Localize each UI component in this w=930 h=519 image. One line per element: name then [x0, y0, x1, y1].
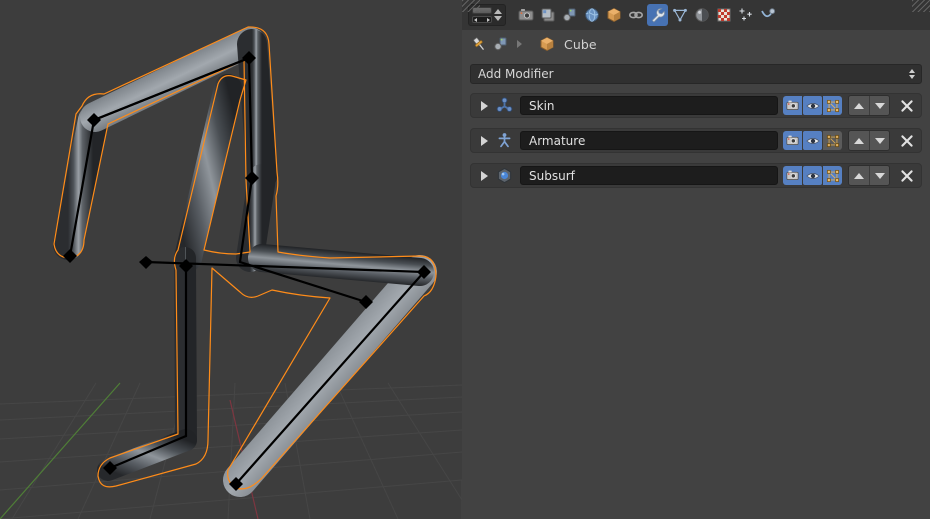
tab-physics[interactable] — [757, 4, 778, 26]
chain-link-icon — [628, 11, 643, 19]
close-icon — [901, 134, 913, 147]
armature-modifier-icon — [491, 132, 517, 149]
modifier-name-armature: Armature — [529, 133, 586, 148]
toggle-editmode-subsurf[interactable] — [823, 166, 842, 185]
breadcrumb-separator-icon — [517, 40, 522, 48]
delete-modifier-skin[interactable] — [897, 99, 917, 113]
expand-toggle-subsurf[interactable] — [477, 170, 491, 181]
tab-constraints[interactable] — [625, 4, 646, 26]
close-icon — [901, 99, 913, 112]
add-modifier-dropdown[interactable]: Add Modifier — [470, 64, 922, 84]
modifier-move-group-skin — [848, 95, 890, 116]
modifier-row-armature[interactable]: Armature — [470, 128, 922, 153]
modifier-move-group-armature — [848, 130, 890, 151]
mesh-triangle-icon — [672, 8, 687, 22]
eye-icon — [805, 102, 820, 109]
breadcrumb: Cube — [462, 30, 930, 58]
tab-texture[interactable] — [713, 4, 734, 26]
edit-mode-icon — [826, 169, 839, 182]
toggle-render-armature[interactable] — [783, 131, 802, 150]
tab-particles[interactable] — [735, 4, 756, 26]
properties-body: Add Modifier Skin Armature Subsurf — [462, 58, 930, 519]
scene-data-icon[interactable] — [493, 36, 509, 52]
subsurf-modifier-icon — [491, 167, 517, 184]
toggle-editmode-skin[interactable] — [823, 96, 842, 115]
move-up-subsurf[interactable] — [849, 166, 869, 185]
modifier-row-skin[interactable]: Skin — [470, 93, 922, 118]
properties-tab-strip — [515, 4, 778, 26]
add-modifier-spinner-icon — [909, 69, 915, 79]
blender-window: Cube Add Modifier Skin Armature Subsurf — [0, 0, 930, 519]
expand-toggle-skin[interactable] — [477, 100, 491, 111]
modifier-name-subsurf: Subsurf — [529, 168, 575, 183]
camera-render-icon — [786, 170, 799, 180]
modifier-toggles-subsurf — [783, 166, 842, 185]
modifier-row-subsurf[interactable]: Subsurf — [470, 163, 922, 188]
tab-modifiers[interactable] — [647, 4, 668, 26]
eye-icon — [805, 172, 820, 179]
camera-render-icon — [786, 135, 799, 145]
eye-icon — [805, 137, 820, 144]
editor-type-selector[interactable] — [468, 4, 506, 26]
properties-editor-icon — [472, 7, 492, 23]
toggle-editmode-armature[interactable] — [823, 131, 842, 150]
toggle-render-skin[interactable] — [783, 96, 802, 115]
properties-header — [462, 0, 930, 30]
toggle-viewport-skin[interactable] — [803, 96, 822, 115]
move-up-skin[interactable] — [849, 96, 869, 115]
printer-icon — [541, 8, 554, 22]
object-cube-icon — [540, 37, 554, 51]
tab-render-layers[interactable] — [537, 4, 558, 26]
viewport-canvas — [0, 0, 462, 519]
modifier-toggles-skin — [783, 96, 842, 115]
tab-object[interactable] — [603, 4, 624, 26]
physics-orbit-icon — [760, 8, 775, 18]
move-down-skin[interactable] — [869, 96, 889, 115]
modifier-name-input-subsurf[interactable]: Subsurf — [520, 166, 778, 185]
move-down-armature[interactable] — [869, 131, 889, 150]
checker-texture-icon — [717, 8, 730, 22]
edit-mode-icon — [826, 134, 839, 147]
add-modifier-label: Add Modifier — [478, 67, 554, 81]
toggle-viewport-armature[interactable] — [803, 131, 822, 150]
tab-scene[interactable] — [559, 4, 580, 26]
tab-world[interactable] — [581, 4, 602, 26]
camera-back-icon — [518, 9, 533, 21]
tab-object-data[interactable] — [669, 4, 690, 26]
modifier-move-group-subsurf — [848, 165, 890, 186]
breadcrumb-object-name: Cube — [564, 36, 597, 52]
3d-viewport[interactable] — [0, 0, 462, 519]
world-globe-icon — [584, 8, 599, 22]
delete-modifier-subsurf[interactable] — [897, 169, 917, 183]
move-down-subsurf[interactable] — [869, 166, 889, 185]
modifier-name-input-armature[interactable]: Armature — [520, 131, 778, 150]
toggle-render-subsurf[interactable] — [783, 166, 802, 185]
edit-mode-icon — [826, 99, 839, 112]
pin-icon[interactable] — [471, 36, 488, 53]
particles-icon — [739, 8, 752, 21]
toggle-viewport-subsurf[interactable] — [803, 166, 822, 185]
expand-toggle-armature[interactable] — [477, 135, 491, 146]
wrench-icon — [651, 8, 665, 23]
skin-modifier-icon — [491, 97, 517, 114]
close-icon — [901, 169, 913, 182]
modifier-name-input-skin[interactable]: Skin — [520, 96, 778, 115]
modifier-toggles-armature — [783, 131, 842, 150]
material-sphere-icon — [694, 8, 709, 22]
scene-icon — [562, 8, 575, 22]
properties-editor: Cube Add Modifier Skin Armature Subsurf — [462, 0, 930, 519]
modifier-name-skin: Skin — [529, 98, 555, 113]
delete-modifier-armature[interactable] — [897, 134, 917, 148]
move-up-armature[interactable] — [849, 131, 869, 150]
tab-material[interactable] — [691, 4, 712, 26]
tab-render[interactable] — [515, 4, 536, 26]
panel-resize-grip-right[interactable] — [912, 0, 930, 12]
object-cube-icon — [607, 8, 620, 22]
camera-render-icon — [786, 100, 799, 110]
editor-type-spinner[interactable] — [494, 9, 502, 21]
